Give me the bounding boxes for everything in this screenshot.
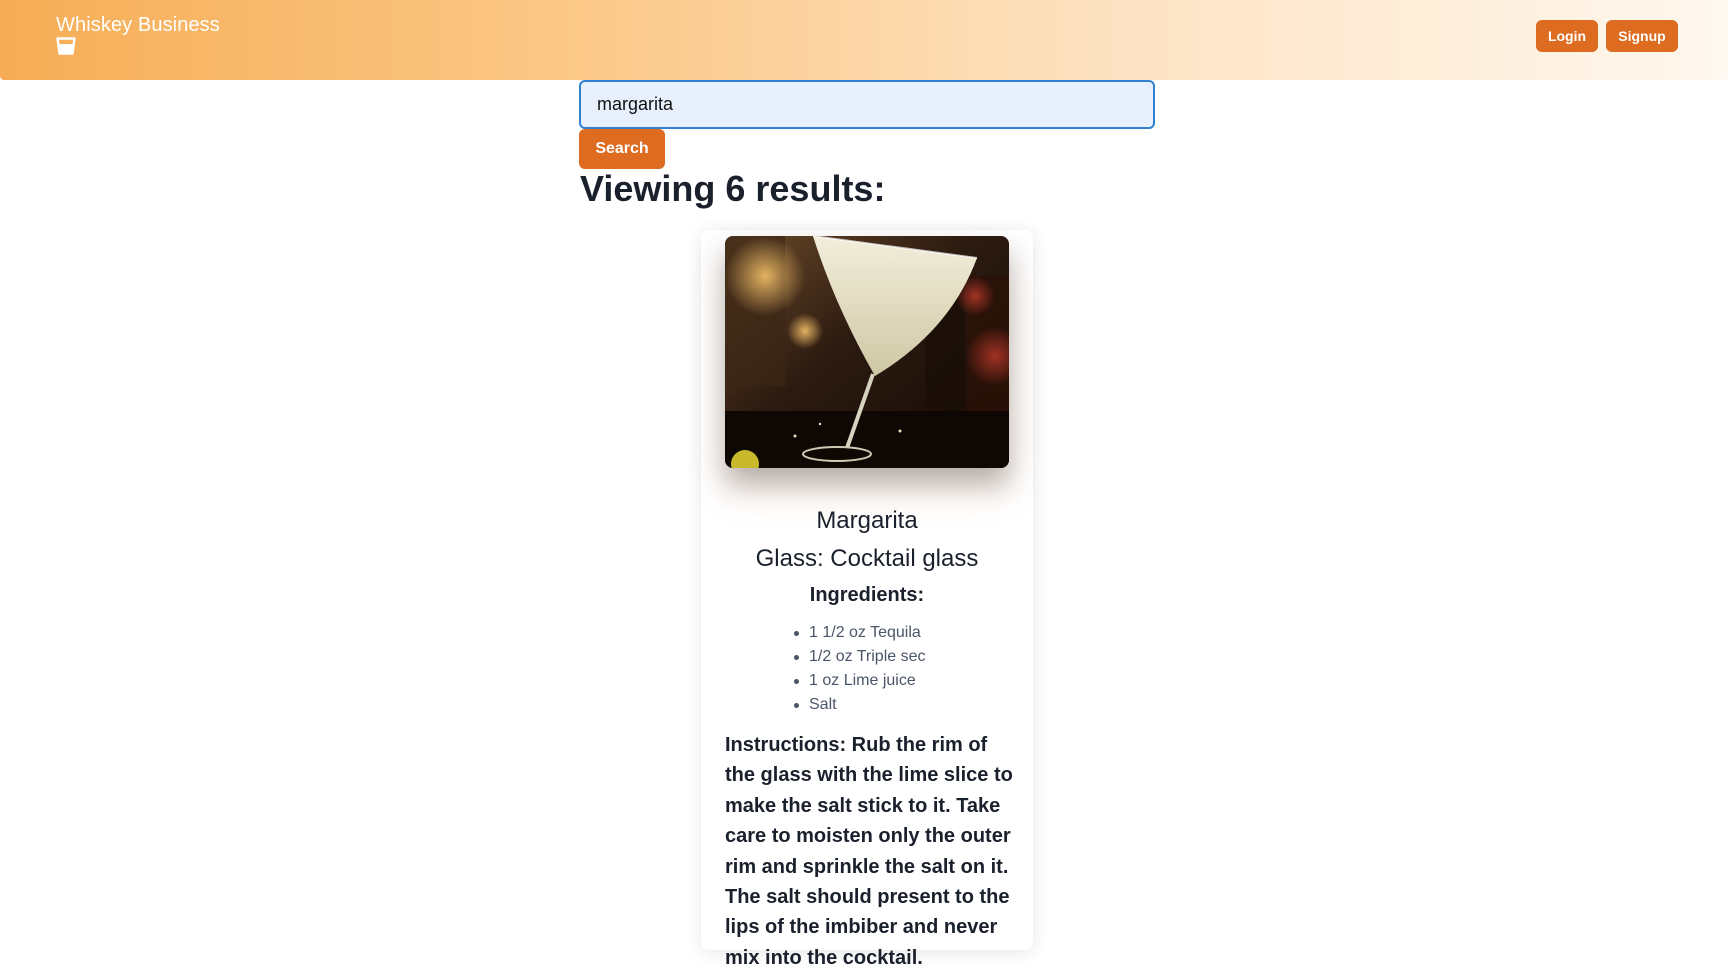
search-button[interactable]: Search — [579, 129, 665, 169]
ingredient-item: Salt — [794, 693, 926, 717]
ingredient-item: 1 oz Lime juice — [794, 669, 926, 693]
ingredient-item: 1 1/2 oz Tequila — [794, 621, 926, 645]
drink-photo — [725, 236, 1009, 468]
login-button[interactable]: Login — [1536, 20, 1598, 52]
drink-name: Margarita — [816, 507, 918, 534]
glass-type: Glass: Cocktail glass — [755, 545, 979, 572]
brand-title[interactable]: Whiskey Business — [56, 14, 220, 37]
search-input[interactable] — [579, 80, 1155, 129]
results-heading: Viewing 6 results: — [580, 168, 886, 209]
whiskey-glass-icon — [56, 37, 76, 55]
ingredients-list: 1 1/2 oz Tequila 1/2 oz Triple sec 1 oz … — [794, 621, 926, 717]
top-navbar: Whiskey Business Login Signup — [0, 0, 1728, 80]
drink-card: Margarita Glass: Cocktail glass Ingredie… — [701, 230, 1033, 969]
ingredients-title: Ingredients: — [809, 584, 925, 606]
instructions-text: Instructions: Rub the rim of the glass w… — [725, 734, 1013, 969]
ingredient-item: 1/2 oz Triple sec — [794, 645, 926, 669]
signup-button[interactable]: Signup — [1606, 20, 1678, 52]
